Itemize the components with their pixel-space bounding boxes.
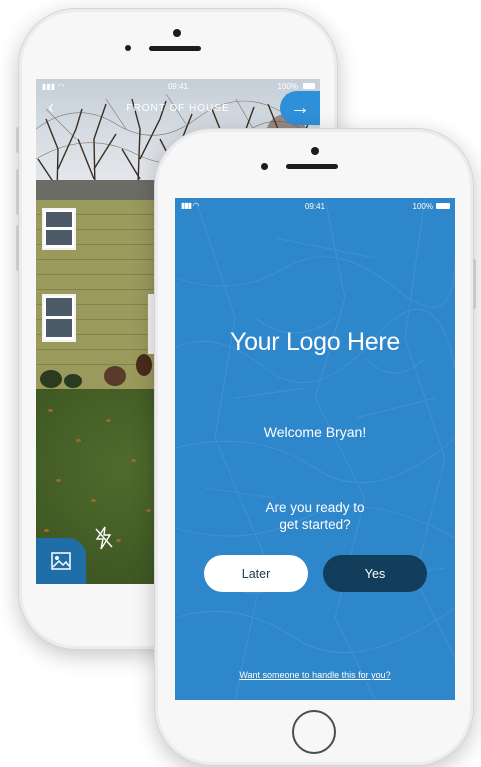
battery-percent: 100% <box>412 202 433 211</box>
front-camera <box>311 147 319 155</box>
status-bar: ▮▮▮ ◠ 09:41 100% <box>175 201 455 213</box>
battery-icon <box>303 83 315 89</box>
lower-window <box>42 294 76 342</box>
logo-text: Your Logo Here <box>229 328 400 356</box>
power-button <box>473 259 476 309</box>
mute-switch <box>16 127 19 153</box>
earpiece-speaker <box>149 46 201 51</box>
screen-title: FRONT OF HOUSE <box>126 103 230 114</box>
proximity-sensor <box>125 45 131 51</box>
battery-icon <box>436 203 450 209</box>
volume-up-button <box>16 169 19 215</box>
welcome-screen: ▮▮▮ ◠ 09:41 100% Your Logo Here Welcome … <box>175 198 455 700</box>
later-button[interactable]: Later <box>204 555 308 592</box>
battery-percent: 100% <box>277 82 298 91</box>
proximity-sensor <box>261 163 268 170</box>
volume-down-button <box>16 225 19 271</box>
arrow-right-icon: → <box>290 96 310 119</box>
question-line-2: get started? <box>279 517 351 532</box>
question-line-1: Are you ready to <box>265 500 365 515</box>
next-button[interactable]: → <box>280 91 320 125</box>
map-background <box>175 198 455 700</box>
upper-window <box>42 208 76 250</box>
front-phone: ▮▮▮ ◠ 09:41 100% Your Logo Here Welcome … <box>154 128 476 766</box>
flash-off-icon[interactable] <box>94 526 114 556</box>
welcome-message: Welcome Bryan! <box>263 424 367 440</box>
back-status-bar: ▮▮▮ ◠ 09:41 100% <box>36 79 320 97</box>
handle-for-me-link[interactable]: Want someone to handle this for you? <box>175 670 455 680</box>
earpiece-speaker <box>286 164 338 169</box>
front-camera <box>173 29 181 37</box>
yes-button[interactable]: Yes <box>323 555 427 592</box>
home-button <box>292 710 336 754</box>
gallery-button[interactable] <box>36 538 86 584</box>
image-icon <box>51 552 71 570</box>
ready-question: Are you ready to get started? <box>235 499 395 533</box>
